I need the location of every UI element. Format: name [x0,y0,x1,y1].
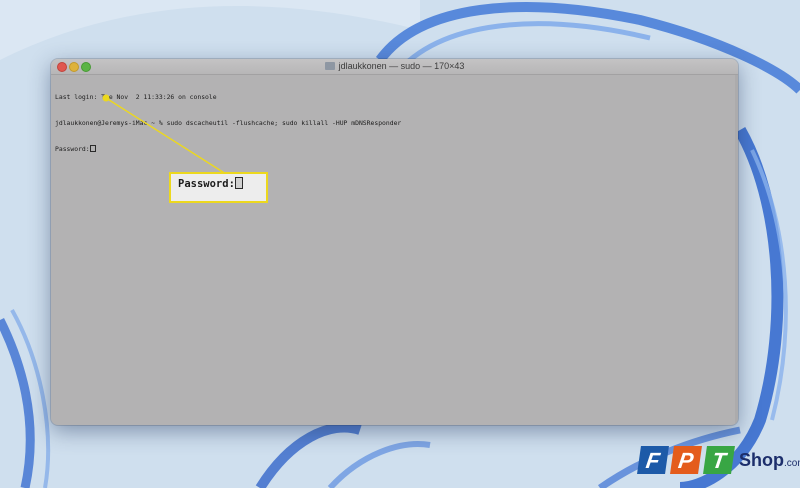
password-callout: Password: [169,172,268,203]
terminal-line-command: jdlaukkonen@Jeremys-iMac ~ % sudo dscach… [55,118,402,127]
callout-password-text: Password: [178,178,235,190]
terminal-line-last-login: Last login: Tue Nov 2 11:33:26 on consol… [55,93,217,102]
scrollbar[interactable] [735,75,738,423]
logo-word: Shop [739,450,784,470]
logo-letter-p: P [670,446,702,474]
window-title: jdlaukkonen — sudo — 170×43 [51,61,738,71]
window-titlebar[interactable]: jdlaukkonen — sudo — 170×43 [51,59,738,75]
cursor-block-icon [89,144,96,152]
terminal-content[interactable]: Last login: Tue Nov 2 11:33:26 on consol… [55,76,734,171]
terminal-window[interactable]: jdlaukkonen — sudo — 170×43 Last login: … [51,59,738,425]
logo-wordmark: Shop.com.vn [739,450,800,471]
password-prompt: Password: [55,144,90,153]
callout-label: Password: [178,177,243,190]
logo-letter-f: F [637,446,669,474]
logo-letter-t: T [703,446,735,474]
terminal-line-password[interactable]: Password: [55,144,734,154]
window-title-text: jdlaukkonen — sudo — 170×43 [338,61,465,71]
cursor-block-icon [234,177,243,189]
logo-domain: .com.vn [784,458,800,469]
folder-icon [324,62,335,70]
